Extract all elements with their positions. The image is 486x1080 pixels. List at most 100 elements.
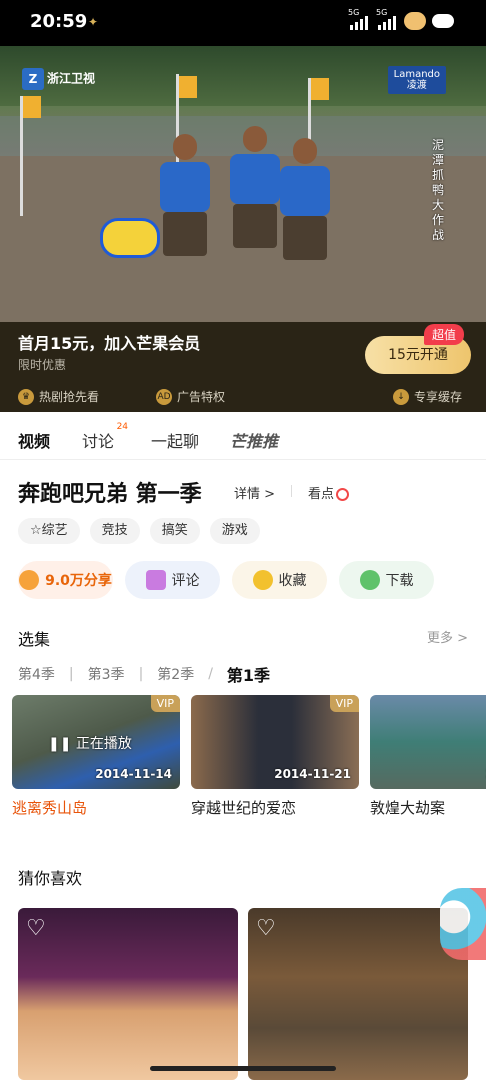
perk-label: 专享缓存 [414,390,463,404]
video-caption: 泥潭抓鸭大作战 [432,138,445,242]
divider [291,485,292,497]
sponsor-logo-text: Lamando [393,69,440,80]
comment-label: 评论 [171,573,200,589]
episode-thumbnail: 2014 [370,695,486,789]
download-icon [359,570,380,590]
perk-label: 热剧抢先看 [39,390,100,404]
notification-icon: ✦ [88,15,99,29]
promo-subtitle: 限时优惠 [18,358,67,372]
signal-icon: 5G [376,8,398,32]
season-3[interactable]: 第3季 [88,664,125,684]
details-link[interactable]: 详情 > [234,483,275,502]
perk-label: 广告特权 [177,390,226,404]
recommend-card[interactable]: ♡ [18,908,238,1080]
app-status-icon [404,12,426,30]
tag-competition[interactable]: 竞技 [89,518,140,544]
episode-card[interactable]: VIP ❚❚ 正在播放 2014-11-14 逃离秀山岛 [12,695,180,818]
vip-badge: VIP [329,695,359,712]
crown-icon: ♛ [18,388,34,405]
favorite-add-icon[interactable]: ♡ [256,916,282,941]
perk-early-access[interactable]: ♛ 热剧抢先看 [18,388,99,405]
share-button[interactable]: 9.0万分享 [18,561,113,599]
favorite-button[interactable]: 收藏 [232,561,327,599]
more-episodes-link[interactable]: 更多 > [427,627,468,646]
episode-date: 2014-11-14 [95,767,172,781]
status-bar: 20:59 ✦ 5G 5G [0,0,486,46]
share-label: 9.0万分享 [45,573,112,589]
download-icon: ↓ [393,388,409,405]
tab-mangtuitui[interactable]: 芒推推 [230,428,278,452]
sponsor-logo: Lamando 凌渡 [387,66,446,94]
tab-discussion[interactable]: 讨论 24 [82,422,128,452]
promo-title: 首月15元，加入芒果会员 [18,334,201,353]
episode-list: VIP ❚❚ 正在播放 2014-11-14 逃离秀山岛 VIP 2014-11… [12,695,486,825]
video-person [160,134,210,256]
perk-no-ads[interactable]: AD 广告特权 [156,388,225,405]
ad-icon: AD [156,388,172,405]
tag-comedy[interactable]: 搞笑 [149,518,200,544]
recommend-grid: ♡ ♡ [18,908,486,1080]
sponsor-logo-sub: 凌渡 [406,80,427,91]
episode-thumbnail: VIP 2014-11-21 [191,695,359,789]
episodes-heading: 选集 [18,630,51,649]
season-separator: / [208,666,213,682]
tag-game[interactable]: 游戏 [209,518,260,544]
highlights-link[interactable]: 看点 [308,483,350,502]
channel-logo: Z 浙江卫视 [22,68,95,90]
episode-card[interactable]: 2014 敦煌大劫案 [370,695,486,818]
tag-list: ☆综艺 竞技 搞笑 游戏 [18,518,260,544]
season-4[interactable]: 第4季 [18,664,55,684]
now-playing-indicator: ❚❚ 正在播放 [48,736,132,752]
flag [179,76,197,98]
vip-perks: ♛ 热剧抢先看 AD 广告特权 ↓ 专享缓存 [0,384,486,412]
recommend-heading: 猜你喜欢 [18,869,83,888]
recommend-card[interactable]: ♡ [248,908,468,1080]
season-1[interactable]: 第1季 [227,662,270,686]
home-indicator[interactable] [150,1066,336,1071]
favorite-label: 收藏 [278,573,307,589]
download-label: 下载 [385,573,414,589]
episode-date: 2014-11-21 [274,767,351,781]
highlights-label: 看点 [308,487,335,502]
tag-variety[interactable]: ☆综艺 [18,518,80,544]
vip-promo-banner[interactable]: 首月15元，加入芒果会员 限时优惠 15元开通 超值 ♛ 热剧抢先看 AD 广告… [0,322,486,412]
tab-video[interactable]: 视频 [18,428,50,452]
vip-badge: VIP [150,695,180,712]
value-badge: 超值 [423,324,464,345]
video-player[interactable]: Z 浙江卫视 Lamando 凌渡 泥潭抓鸭大作战 [0,46,486,322]
content-tabs: 视频 讨论 24 一起聊 芒推推 [0,412,486,460]
season-2[interactable]: 第2季 [157,664,194,684]
season-separator: | [138,666,144,682]
episode-title: 穿越世纪的爱恋 [191,799,297,817]
video-person [280,138,330,260]
perk-download[interactable]: ↓ 专享缓存 [393,388,462,405]
show-mascot-sticker [100,218,160,258]
signal-icon: 5G [348,8,370,32]
comment-icon [145,570,166,590]
discussion-count-badge: 24 [116,422,129,432]
tab-chat-together[interactable]: 一起聊 [151,428,199,452]
share-icon [19,570,40,590]
flag [23,96,41,118]
star-icon [252,570,273,590]
episode-thumbnail: VIP ❚❚ 正在播放 2014-11-14 [12,695,180,789]
episode-title: 逃离秀山岛 [12,799,88,817]
download-button[interactable]: 下载 [339,561,434,599]
favorite-add-icon[interactable]: ♡ [26,916,52,941]
clock: 20:59 [30,11,88,32]
channel-logo-icon: Z [22,68,44,90]
tab-discussion-label: 讨论 [82,432,115,451]
channel-logo-text: 浙江卫视 [47,71,96,86]
action-row: 9.0万分享 评论 收藏 下载 [18,561,434,599]
video-person [230,126,280,248]
episode-card[interactable]: VIP 2014-11-21 穿越世纪的爱恋 [191,695,359,818]
flag [311,78,329,100]
battery-icon [432,14,454,28]
season-separator: | [68,666,74,682]
episode-title: 敦煌大劫案 [370,799,446,817]
show-title: 奔跑吧兄弟 第一季 [18,482,202,507]
comment-button[interactable]: 评论 [125,561,220,599]
floating-mascot-icon[interactable] [440,888,486,960]
highlights-icon [336,488,350,501]
season-selector: 第4季 | 第3季 | 第2季 / 第1季 [18,662,270,686]
